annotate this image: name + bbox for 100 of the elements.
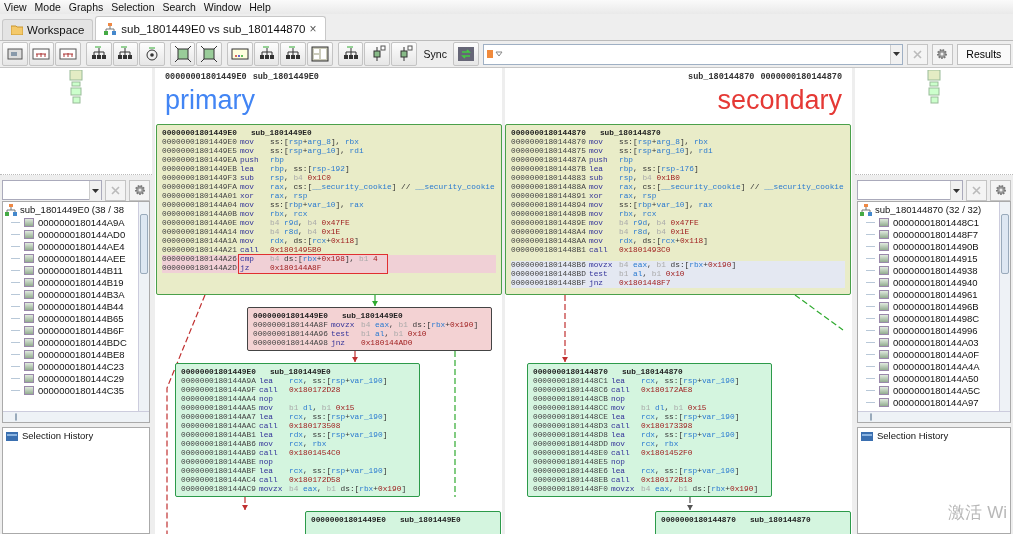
edge-line [372, 294, 378, 307]
tree-item[interactable]: 0000000180144B11 [38, 264, 123, 276]
dropdown-button[interactable] [89, 181, 101, 200]
tree-item[interactable]: 0000000180144AE4 [38, 240, 125, 252]
menu-item[interactable]: Graphs [64, 0, 108, 14]
palette-icon [230, 45, 249, 63]
tree-item[interactable]: 0000000180144A9A [38, 216, 125, 228]
settings-icon [936, 48, 949, 60]
tree-root[interactable]: sub_180144870 (32 / 32) [875, 204, 982, 215]
toolbar-button[interactable] [280, 42, 307, 66]
edge-line [794, 294, 844, 331]
close-icon [972, 185, 981, 195]
menu-item[interactable]: Help [245, 0, 275, 14]
results-button[interactable]: Results [956, 43, 1011, 65]
tree-item[interactable]: 0000000180144A03 [893, 336, 979, 348]
menu-item[interactable]: Mode [30, 0, 65, 14]
tree-item[interactable]: 0000000180144BE8 [38, 348, 125, 360]
tree-item[interactable]: 0000000180144BDC [38, 336, 127, 348]
sync-icon [456, 46, 475, 62]
menu-item[interactable]: Window [199, 0, 246, 14]
settings-icon [133, 184, 146, 196]
edge-line [562, 294, 568, 363]
close-icon [111, 185, 120, 195]
graph-address: 0000000180144870 [760, 72, 842, 82]
tab[interactable]: sub_1801449E0 vs sub_180144870 × [95, 16, 326, 40]
chart-icon [59, 45, 78, 63]
caret-icon [92, 188, 99, 193]
tree-item[interactable]: 0000000180144B65 [38, 312, 124, 324]
window-icon [5, 45, 24, 63]
tree-item[interactable]: 00000001801448F7 [893, 228, 979, 240]
caret-icon [953, 188, 960, 193]
tree-item[interactable]: 0000000180144B44 [38, 300, 124, 312]
edge-line [687, 496, 693, 511]
tree-item[interactable]: Selection History [22, 430, 94, 441]
tree-item[interactable]: Selection History [877, 430, 949, 441]
scrollbar[interactable] [138, 202, 149, 411]
graph-thumbnail-drawing [69, 70, 83, 104]
graph-address: 00000001801449E0 [165, 72, 247, 82]
tree-item[interactable]: 0000000180144915 [893, 252, 978, 264]
sync-button[interactable] [452, 42, 479, 66]
settings-button[interactable] [129, 179, 150, 201]
tab[interactable]: Workspace [2, 19, 94, 40]
close-button[interactable]: × [309, 21, 317, 36]
toolbar-button[interactable] [112, 42, 139, 66]
tree-item[interactable]: 0000000180144A97 [893, 396, 979, 408]
tree-item[interactable]: 000000018014496B [893, 300, 979, 312]
graph-thumbnail-drawing [927, 70, 941, 104]
settings-button[interactable] [990, 179, 1011, 201]
graph-title: secondary [717, 84, 842, 116]
function-icon [860, 203, 873, 216]
tree-item[interactable]: 0000000180144996 [893, 324, 978, 336]
graph-function-name: sub_1801449E0 [252, 72, 319, 82]
target-icon [143, 45, 161, 63]
dropdown-button[interactable] [950, 181, 962, 200]
tree-root[interactable]: sub_1801449E0 (38 / 38 [20, 204, 125, 215]
toolbar-button[interactable] [169, 42, 196, 66]
toolbar-button[interactable] [139, 42, 165, 66]
tree-item[interactable]: 0000000180144A0F [893, 348, 980, 360]
tree-item[interactable]: 0000000180144B6F [38, 324, 125, 336]
graph-icon [104, 22, 118, 35]
tree-item[interactable]: 0000000180144A50 [893, 372, 979, 384]
menu-item[interactable]: View [0, 0, 31, 14]
zoom-fit-icon [200, 45, 219, 63]
tree-item[interactable]: 0000000180144940 [893, 276, 978, 288]
activation-watermark: 激活 Wi [948, 502, 1007, 524]
menu-item[interactable]: Selection [107, 0, 159, 14]
tree-item[interactable]: 0000000180144938 [893, 264, 978, 276]
dropdown-button[interactable] [890, 44, 903, 64]
graph-title: primary [165, 84, 255, 116]
toolbar-button[interactable] [85, 42, 112, 66]
toolbar-button[interactable] [253, 42, 280, 66]
panels-icon [310, 45, 329, 63]
search-field[interactable] [2, 180, 102, 200]
toolbar-button[interactable] [196, 42, 223, 66]
graph-function-name: sub_180144870 [688, 72, 755, 82]
tree-item[interactable]: 0000000180144AD0 [38, 228, 126, 240]
search-field[interactable] [482, 43, 904, 65]
tree-item[interactable]: 0000000180144AEE [38, 252, 126, 264]
tree-item[interactable]: 0000000180144A5C [893, 384, 981, 396]
tree-item[interactable]: 0000000180144961 [893, 288, 978, 300]
sync-label: Sync [423, 48, 447, 60]
scrollbar[interactable] [999, 202, 1010, 411]
close-icon [913, 49, 923, 59]
tree-item[interactable]: 0000000180144B19 [38, 276, 124, 288]
zoom-fit-icon [173, 45, 192, 63]
search-field[interactable] [857, 180, 963, 200]
tree-item[interactable]: 0000000180144C23 [38, 360, 125, 372]
settings-button[interactable] [932, 43, 953, 65]
settings-icon [994, 184, 1007, 196]
scrollbar[interactable] [858, 411, 1010, 422]
tree-item[interactable]: 0000000180144A4A [893, 360, 980, 372]
tree-item[interactable]: 0000000180144C29 [38, 372, 125, 384]
menu-item[interactable]: Search [158, 0, 200, 14]
tree-item[interactable]: 000000018014498C [893, 312, 980, 324]
scrollbar[interactable] [3, 411, 149, 422]
tree-item[interactable]: 00000001801448C1 [893, 216, 980, 228]
toolbar-button[interactable] [337, 42, 364, 66]
tree-item[interactable]: 0000000180144B3A [38, 288, 125, 300]
tree-item[interactable]: 0000000180144C35 [38, 384, 125, 396]
tree-item[interactable]: 000000018014490B [893, 240, 979, 252]
